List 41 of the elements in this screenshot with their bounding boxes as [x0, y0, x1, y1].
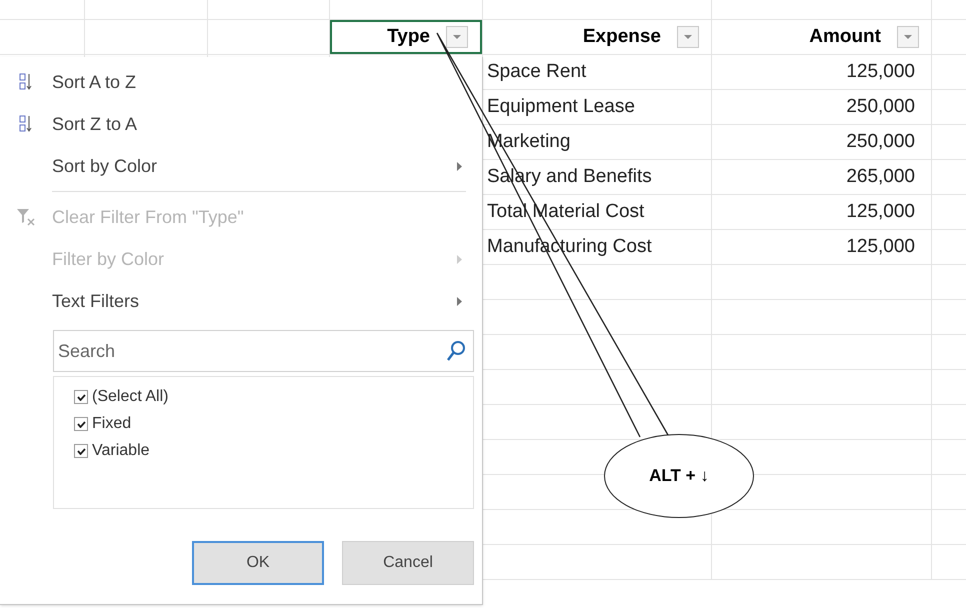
search-icon	[446, 340, 466, 362]
cell-text: 125,000	[845, 234, 916, 259]
filter-button[interactable]	[677, 26, 699, 48]
caret-icon	[453, 35, 461, 39]
checkbox[interactable]	[74, 417, 88, 431]
callout-text: ALT + ↓	[649, 465, 709, 488]
value-option[interactable]: Variable	[74, 439, 473, 463]
header-text: Amount	[809, 24, 881, 49]
check-icon	[76, 394, 86, 400]
filter-button[interactable]	[897, 26, 919, 48]
menu-item[interactable]: Text Filters	[0, 280, 482, 322]
checkbox[interactable]	[74, 390, 88, 404]
sort-descending-icon	[19, 115, 33, 133]
menu-item[interactable]: Sort Z to A	[0, 103, 482, 145]
cell-text: 125,000	[845, 60, 916, 84]
dialog-button[interactable]: OK	[192, 541, 324, 585]
header-text: Type	[387, 24, 430, 49]
header-text: Expense	[582, 24, 661, 49]
cell-text: Equipment Lease	[486, 94, 635, 119]
check-icon	[76, 420, 86, 428]
dialog-button[interactable]: Cancel	[342, 541, 474, 585]
search-field[interactable]: Search	[53, 330, 474, 372]
cell-text: 250,000	[845, 94, 916, 119]
checkbox[interactable]	[74, 444, 88, 458]
submenu-arrow-icon	[457, 162, 462, 170]
value-option[interactable]: (Select All)	[74, 385, 473, 409]
cell-text: 265,000	[845, 164, 916, 189]
sort-ascending-icon	[19, 73, 33, 91]
check-icon	[76, 448, 86, 454]
value-option[interactable]: Fixed	[74, 412, 473, 436]
menu-item[interactable]: Sort by Color	[0, 145, 482, 187]
caret-icon	[904, 35, 912, 39]
submenu-arrow-icon	[457, 254, 462, 264]
submenu-arrow-icon	[457, 296, 462, 306]
cell-text: 125,000	[845, 200, 916, 224]
cell-text: Space Rent	[486, 60, 586, 84]
clear-filter-icon	[16, 208, 36, 226]
filter-button[interactable]	[446, 26, 468, 48]
caret-icon	[684, 35, 692, 39]
cell-text: 250,000	[845, 130, 916, 154]
menu-item[interactable]: Sort A to Z	[0, 61, 482, 103]
